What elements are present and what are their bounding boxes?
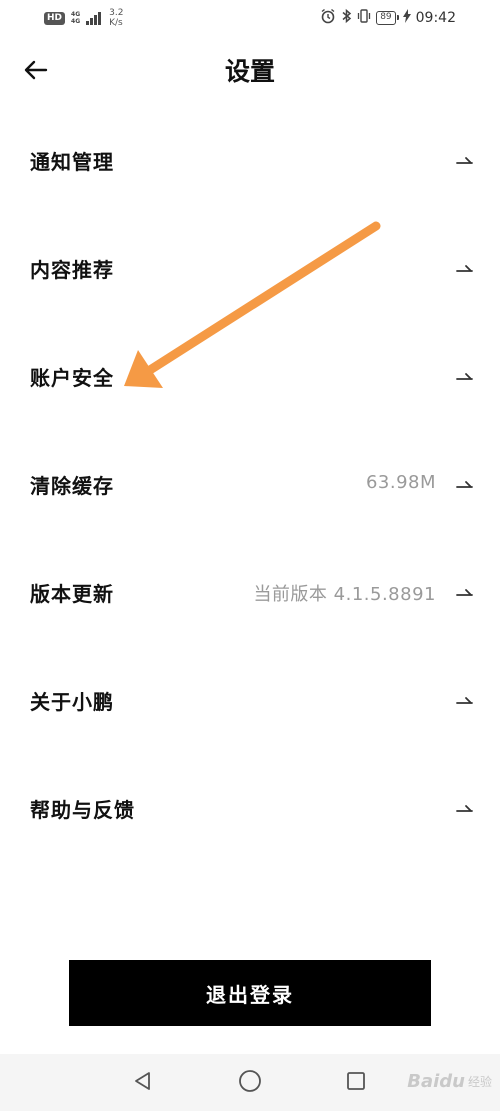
settings-item-label: 关于小鹏 (30, 690, 114, 714)
settings-item-account-security[interactable]: 账户安全 (0, 324, 500, 432)
status-left: HD 4G 4G 3.2 K/s (44, 8, 123, 28)
network-speed-value: 3.2 (109, 8, 124, 18)
watermark-sub: 经验 (467, 1074, 492, 1089)
settings-item-version-update[interactable]: 版本更新 当前版本 4.1.5.8891 (0, 540, 500, 648)
chevron-right-icon (456, 481, 473, 488)
network-speed: 3.2 K/s (109, 8, 123, 28)
chevron-right-icon (456, 157, 473, 164)
settings-item-about[interactable]: 关于小鹏 (0, 648, 500, 756)
charging-icon (402, 8, 411, 28)
settings-item-label: 帮助与反馈 (30, 798, 135, 822)
battery-icon: 89 (376, 11, 400, 25)
home-circle-icon (239, 1070, 261, 1092)
chevron-right-icon (456, 805, 473, 812)
settings-item-label: 通知管理 (30, 150, 114, 174)
clock-time: 09:42 (415, 10, 456, 26)
network-type-bottom: 4G (71, 18, 81, 25)
network-speed-unit: K/s (109, 18, 123, 28)
hd-badge: HD (44, 11, 66, 25)
signal-icon (86, 11, 102, 25)
back-triangle-icon (135, 1072, 150, 1090)
status-bar: HD 4G 4G 3.2 K/s 89 09:42 (0, 0, 500, 36)
recents-square-icon (347, 1072, 365, 1090)
logout-button[interactable]: 退出登录 (69, 960, 431, 1026)
network-type-top: 4G (71, 11, 81, 18)
settings-item-content-recommendation[interactable]: 内容推荐 (0, 216, 500, 324)
nav-home-button[interactable] (233, 1064, 267, 1098)
settings-item-notifications[interactable]: 通知管理 (0, 108, 500, 216)
status-right: 89 09:42 (320, 8, 456, 28)
chevron-right-icon (456, 373, 473, 380)
nav-recents-button[interactable] (339, 1064, 373, 1098)
settings-item-label: 账户安全 (30, 366, 114, 390)
settings-item-clear-cache[interactable]: 清除缓存 63.98M (0, 432, 500, 540)
settings-item-help-feedback[interactable]: 帮助与反馈 (0, 756, 500, 864)
network-type: 4G 4G (71, 11, 80, 25)
chevron-right-icon (456, 265, 473, 272)
chevron-right-icon (456, 697, 473, 704)
settings-list: 通知管理 内容推荐 账户安全 清除缓存 63.98M 版本更新 当前版本 4.1… (0, 108, 500, 864)
nav-back-button[interactable] (126, 1064, 160, 1098)
settings-item-label: 内容推荐 (30, 258, 114, 282)
chevron-right-icon (456, 589, 473, 596)
bluetooth-icon (341, 8, 352, 29)
current-version-value: 当前版本 4.1.5.8891 (253, 584, 436, 605)
settings-item-label: 版本更新 (30, 582, 114, 606)
cache-size-value: 63.98M (365, 472, 436, 493)
page-title: 设置 (224, 57, 275, 86)
vibrate-icon (357, 8, 371, 29)
watermark-brand: Baidu (407, 1070, 465, 1092)
settings-screen: HD 4G 4G 3.2 K/s 89 09:42 设置 通知管理 内容推荐 账… (0, 0, 500, 1111)
alarm-icon (320, 8, 336, 29)
baidu-watermark: Baidu 经验 (407, 1056, 492, 1106)
settings-item-label: 清除缓存 (30, 474, 114, 498)
header: 设置 (0, 40, 500, 100)
